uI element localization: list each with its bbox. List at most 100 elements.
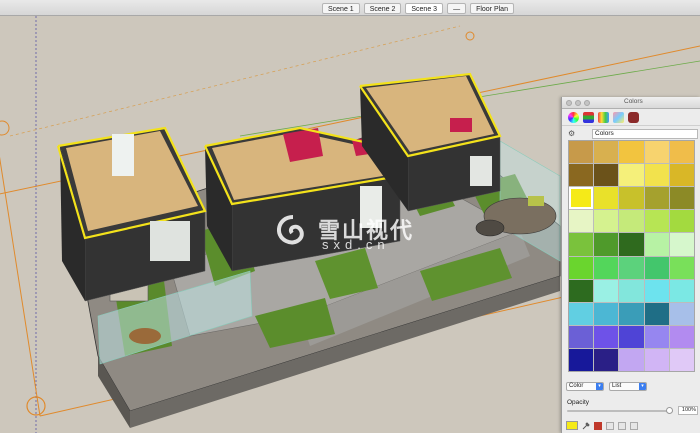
panel-footer — [566, 421, 638, 430]
building-3-window — [470, 156, 492, 186]
palette-options: Color ▾ List ▾ — [566, 382, 647, 391]
watermark: 雪山视代 sxd.cn — [270, 211, 450, 271]
opacity-value-field[interactable]: 100% — [678, 406, 698, 415]
zoom-window-icon[interactable] — [584, 100, 590, 106]
color-swatch[interactable] — [619, 210, 644, 233]
color-swatch[interactable] — [619, 325, 644, 348]
color-swatch[interactable] — [644, 348, 669, 371]
color-swatch[interactable] — [594, 210, 619, 233]
colors-panel: Colors ⚙ Colors Color ▾ List ▾ Opacity 1… — [561, 97, 700, 433]
color-swatch[interactable] — [594, 141, 619, 164]
recent-color-swatch[interactable] — [594, 421, 602, 430]
color-swatch[interactable] — [644, 233, 669, 256]
color-swatch[interactable] — [569, 233, 594, 256]
palette-name-field[interactable]: Colors — [592, 129, 698, 139]
current-color-swatch[interactable] — [566, 421, 578, 430]
color-swatch[interactable] — [594, 187, 619, 210]
color-swatch[interactable] — [594, 325, 619, 348]
color-swatch[interactable] — [569, 279, 594, 302]
color-swatch[interactable] — [619, 233, 644, 256]
color-swatch[interactable] — [619, 141, 644, 164]
color-swatch[interactable] — [644, 187, 669, 210]
color-swatch[interactable] — [619, 302, 644, 325]
color-swatch[interactable] — [569, 210, 594, 233]
color-swatch[interactable] — [644, 325, 669, 348]
tab-scene-1[interactable]: Scene 1 — [322, 3, 360, 14]
color-swatch[interactable] — [644, 279, 669, 302]
color-mode-toolbar — [562, 109, 700, 126]
sketchup-window: Scene 1 Scene 2 Scene 3 — Floor Plan 雪山视… — [0, 0, 700, 433]
color-swatch[interactable] — [619, 256, 644, 279]
opacity-slider[interactable] — [567, 407, 673, 414]
crayons-icon[interactable] — [628, 112, 639, 123]
color-swatch[interactable] — [669, 233, 694, 256]
color-swatch[interactable] — [569, 302, 594, 325]
view-mode-select[interactable]: Color ▾ — [566, 382, 604, 391]
color-swatch[interactable] — [669, 164, 694, 187]
list-mode-select[interactable]: List ▾ — [609, 382, 647, 391]
view-mode-value: Color — [569, 383, 584, 389]
color-swatch[interactable] — [644, 256, 669, 279]
opacity-slider-knob[interactable] — [666, 407, 673, 414]
color-swatch[interactable] — [644, 210, 669, 233]
color-swatch[interactable] — [669, 256, 694, 279]
color-swatch[interactable] — [644, 164, 669, 187]
color-swatch[interactable] — [569, 164, 594, 187]
color-swatch[interactable] — [569, 325, 594, 348]
color-swatch[interactable] — [644, 302, 669, 325]
swirl-logo-icon — [276, 215, 304, 245]
color-swatch[interactable] — [619, 164, 644, 187]
color-swatch[interactable] — [594, 256, 619, 279]
building-1-door — [112, 134, 134, 176]
chevron-down-icon: ▾ — [596, 383, 603, 390]
color-swatch[interactable] — [669, 279, 694, 302]
fire-pit[interactable] — [475, 219, 505, 237]
palette-gear-icon[interactable]: ⚙ — [568, 129, 575, 139]
recent-color-swatch[interactable] — [618, 421, 626, 430]
chevron-down-icon: ▾ — [639, 383, 646, 390]
building-1-window — [150, 221, 190, 261]
color-swatch[interactable] — [669, 187, 694, 210]
tab-floor-plan[interactable]: Floor Plan — [470, 3, 514, 14]
list-mode-value: List — [612, 383, 622, 389]
color-swatch[interactable] — [569, 187, 594, 210]
recent-color-swatch[interactable] — [630, 421, 638, 430]
color-swatch[interactable] — [669, 325, 694, 348]
color-swatch[interactable] — [669, 302, 694, 325]
color-swatch[interactable] — [669, 141, 694, 164]
color-swatch[interactable] — [669, 348, 694, 371]
close-window-icon[interactable] — [566, 100, 572, 106]
color-swatch[interactable] — [619, 279, 644, 302]
color-swatch[interactable] — [569, 141, 594, 164]
color-swatch[interactable] — [569, 348, 594, 371]
color-swatch[interactable] — [594, 279, 619, 302]
color-swatch[interactable] — [594, 233, 619, 256]
tab-scene-2[interactable]: Scene 2 — [363, 3, 402, 14]
color-swatch[interactable] — [594, 164, 619, 187]
opacity-label: Opacity — [567, 399, 590, 406]
watermark-domain: sxd.cn — [322, 237, 390, 252]
minimize-window-icon[interactable] — [575, 100, 581, 106]
color-swatch-grid — [568, 140, 695, 372]
tab-scene-separator[interactable]: — — [447, 3, 467, 14]
color-swatch[interactable] — [594, 302, 619, 325]
recent-color-swatch[interactable] — [606, 421, 614, 430]
color-sliders-icon[interactable] — [583, 112, 594, 123]
building-2-rug — [283, 128, 323, 162]
building-3-rug — [450, 118, 472, 132]
image-palettes-icon[interactable] — [613, 112, 624, 123]
tab-scene-3[interactable]: Scene 3 — [405, 3, 444, 14]
color-swatch[interactable] — [619, 187, 644, 210]
color-swatch[interactable] — [669, 210, 694, 233]
color-swatch[interactable] — [644, 141, 669, 164]
color-swatch[interactable] — [619, 348, 644, 371]
scene-tab-bar: Scene 1 Scene 2 Scene 3 — Floor Plan — [0, 0, 700, 16]
scene-tabs: Scene 1 Scene 2 Scene 3 — Floor Plan — [322, 3, 514, 14]
wooden-deck — [129, 328, 161, 344]
eyedropper-icon[interactable] — [582, 421, 590, 430]
color-swatch[interactable] — [594, 348, 619, 371]
color-swatch[interactable] — [569, 256, 594, 279]
colors-panel-title: Colors — [624, 98, 643, 105]
color-wheel-icon[interactable] — [568, 112, 579, 123]
color-palettes-icon[interactable] — [598, 112, 609, 123]
